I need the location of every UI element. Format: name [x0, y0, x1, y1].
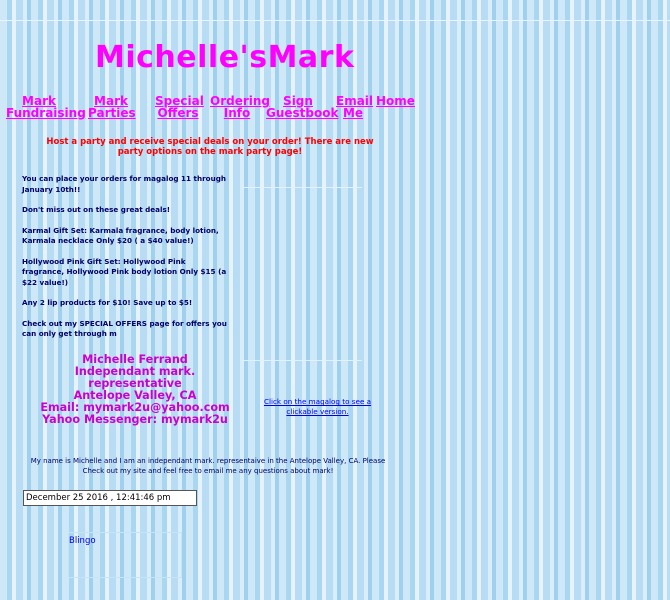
news-section: You can place your orders for magalog 11…: [22, 174, 227, 350]
news-item: Any 2 lip products for $10! Save up to $…: [22, 298, 193, 307]
nav-ordering-info-link[interactable]: Ordering Info: [210, 95, 270, 119]
nav-mark-parties-link[interactable]: Mark Parties: [88, 95, 136, 119]
party-promo-text: Host a party and receive special deals o…: [46, 137, 374, 157]
site-title: Michelle'sMark: [95, 40, 355, 75]
contact-title: Independant mark. representative: [74, 365, 196, 390]
news-item: You can place your orders for magalog 11…: [22, 174, 226, 194]
divider: [242, 360, 362, 361]
nav-sign-guestbook-link[interactable]: Sign Guestbook: [266, 95, 338, 119]
nav-special-offers-link[interactable]: Special Offers: [155, 95, 204, 119]
news-item: Hollywood Pink Gift Set: Hollywood Pink …: [22, 256, 227, 287]
top-divider: [0, 20, 670, 21]
about-text: My name is Michelle and I am an independ…: [30, 457, 386, 475]
nav-email-me-link[interactable]: Email Me: [336, 95, 373, 119]
news-item: Check out my SPECIAL OFFERS page for off…: [22, 318, 227, 339]
news-item: Karmal Gift Set: Karmala fragrance, body…: [22, 225, 219, 246]
nav-home-link[interactable]: Home: [376, 95, 415, 107]
main-nav: Mark Fundraising Mark Parties Special Offer…: [0, 95, 670, 125]
datetime-display: December 25 2016 , 12:41:46 pm: [23, 490, 197, 506]
news-item: Don't miss out on these great deals!: [22, 205, 171, 214]
blingo-widget: Blingo: [68, 532, 182, 578]
divider: [242, 187, 362, 188]
blingo-link[interactable]: Blingo: [69, 536, 96, 546]
magalog-link[interactable]: Click on the magalog to see a clickable …: [250, 397, 385, 417]
nav-mark-fundraising-link[interactable]: Mark Fundraising: [6, 95, 86, 119]
contact-messenger: Yahoo Messenger: mymark2u: [42, 413, 228, 426]
contact-info: Michelle Ferrand Independant mark. repre…: [40, 354, 230, 426]
